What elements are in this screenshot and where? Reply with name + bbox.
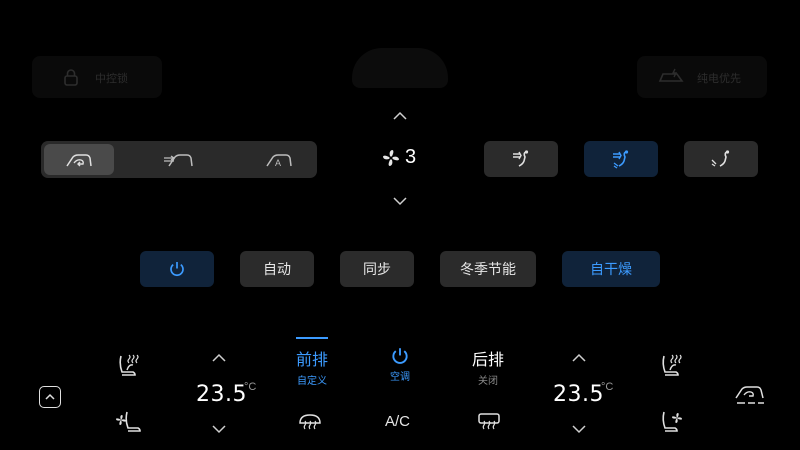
expand-button[interactable]	[39, 386, 61, 408]
airflow-face-button[interactable]	[484, 141, 558, 177]
fresh-air-icon	[164, 153, 193, 166]
center-ghost-card	[352, 48, 448, 88]
winter-saving-button[interactable]: 冬季节能	[440, 251, 536, 287]
car-charge-icon	[658, 68, 684, 82]
right-temperature: 23.5	[553, 382, 604, 407]
fan-level: 3	[405, 146, 417, 168]
ac-power-sub: 空调	[390, 372, 410, 383]
front-zone-label: 前排	[295, 352, 328, 369]
self-dry-button[interactable]: 自干燥	[562, 251, 660, 287]
right-temp-up-chevron-icon[interactable]	[571, 352, 587, 364]
left-temperature: 23.5	[196, 382, 247, 407]
ev-priority-label: 纯电优先	[697, 73, 741, 85]
left-temp-down-chevron-icon[interactable]	[211, 423, 227, 435]
ac-button[interactable]: A/C	[385, 413, 410, 430]
auto-circulation-option[interactable]: A	[244, 144, 314, 175]
right-temperature-unit: °C	[601, 381, 614, 393]
front-zone-sub: 自定义	[297, 376, 327, 387]
fan-icon	[383, 150, 399, 166]
rear-zone-tab[interactable]: 后排 关闭	[459, 346, 517, 387]
auto-button[interactable]: 自动	[240, 251, 314, 287]
circulation-segmented-control: A	[41, 141, 317, 178]
chevron-up-icon	[45, 393, 55, 400]
fresh-air-option[interactable]	[144, 144, 214, 175]
left-seat-vent-icon[interactable]	[113, 408, 143, 436]
airflow-face-icon	[513, 150, 529, 167]
right-temp-down-chevron-icon[interactable]	[571, 423, 587, 435]
power-button[interactable]	[140, 251, 214, 287]
lock-icon	[64, 69, 78, 86]
left-temperature-unit: °C	[244, 381, 257, 393]
left-seat-heat-icon[interactable]	[113, 352, 143, 380]
front-zone-tab[interactable]: 前排 自定义	[283, 346, 341, 387]
front-defrost-icon[interactable]	[296, 411, 324, 433]
right-seat-vent-icon[interactable]	[656, 408, 686, 436]
svg-text:A: A	[275, 158, 281, 168]
airflow-face-foot-icon	[613, 150, 629, 169]
fan-up-chevron-icon[interactable]	[392, 110, 408, 122]
right-seat-heat-icon[interactable]	[656, 352, 686, 380]
power-icon	[170, 262, 184, 277]
recirculation-option[interactable]	[44, 144, 114, 175]
ac-power-icon	[392, 348, 408, 364]
car-recirculation-icon[interactable]	[733, 382, 767, 408]
airflow-foot-icon	[711, 150, 730, 167]
rear-defrost-icon[interactable]	[475, 411, 503, 433]
front-tab-indicator	[296, 337, 328, 339]
left-temp-up-chevron-icon[interactable]	[211, 352, 227, 364]
airflow-foot-button[interactable]	[684, 141, 758, 177]
airflow-face-foot-button[interactable]	[584, 141, 658, 177]
recirculation-icon	[66, 153, 92, 166]
ac-power-toggle[interactable]: 空调	[375, 346, 425, 383]
central-lock-label: 中控锁	[95, 73, 128, 85]
auto-circulation-icon: A	[266, 153, 292, 168]
sync-button[interactable]: 同步	[340, 251, 414, 287]
rear-zone-label: 后排	[471, 352, 504, 369]
fan-down-chevron-icon[interactable]	[392, 195, 408, 207]
rear-zone-sub: 关闭	[478, 376, 498, 387]
